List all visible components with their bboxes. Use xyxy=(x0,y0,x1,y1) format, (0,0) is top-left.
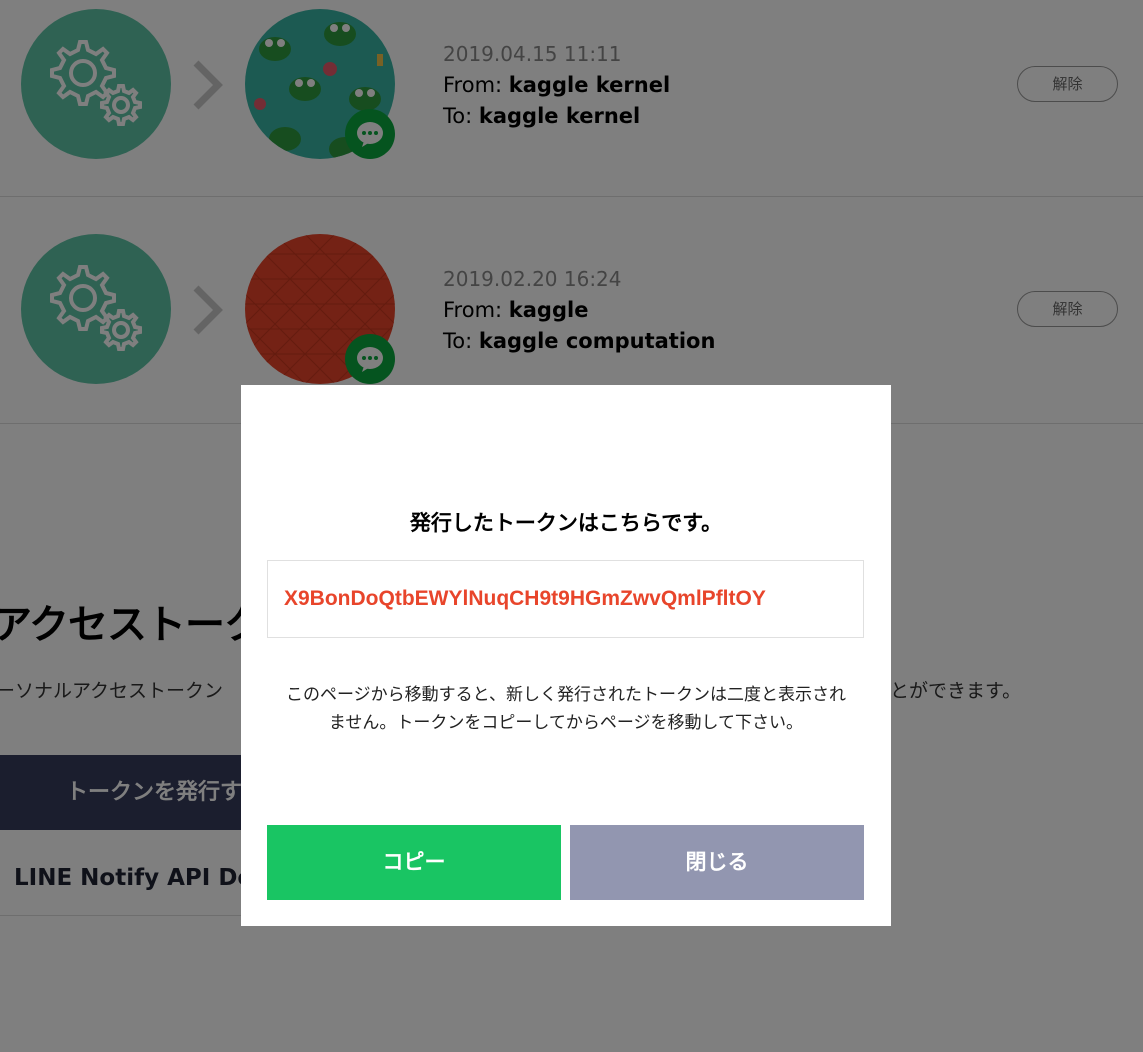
modal-note: このページから移動すると、新しく発行されたトークンは二度と表示され ません。トー… xyxy=(261,681,871,737)
copy-button[interactable]: コピー xyxy=(267,825,561,900)
page: 2019.04.15 11:11 From: kaggle kernel To:… xyxy=(0,0,1143,1052)
close-button[interactable]: 閉じる xyxy=(570,825,864,900)
modal-title: 発行したトークンはこちらです。 xyxy=(409,511,723,535)
modal-note-line: このページから移動すると、新しく発行されたトークンは二度と表示され xyxy=(286,685,846,705)
token-modal: 発行したトークンはこちらです。 X9BonDoQtbEWYlNuqCH9t9HG… xyxy=(241,385,891,926)
modal-note-line: ません。トークンをコピーしてからページを移動して下さい。 xyxy=(328,713,804,733)
token-field[interactable]: X9BonDoQtbEWYlNuqCH9t9HGmZwvQmlPfltOY xyxy=(267,560,864,638)
